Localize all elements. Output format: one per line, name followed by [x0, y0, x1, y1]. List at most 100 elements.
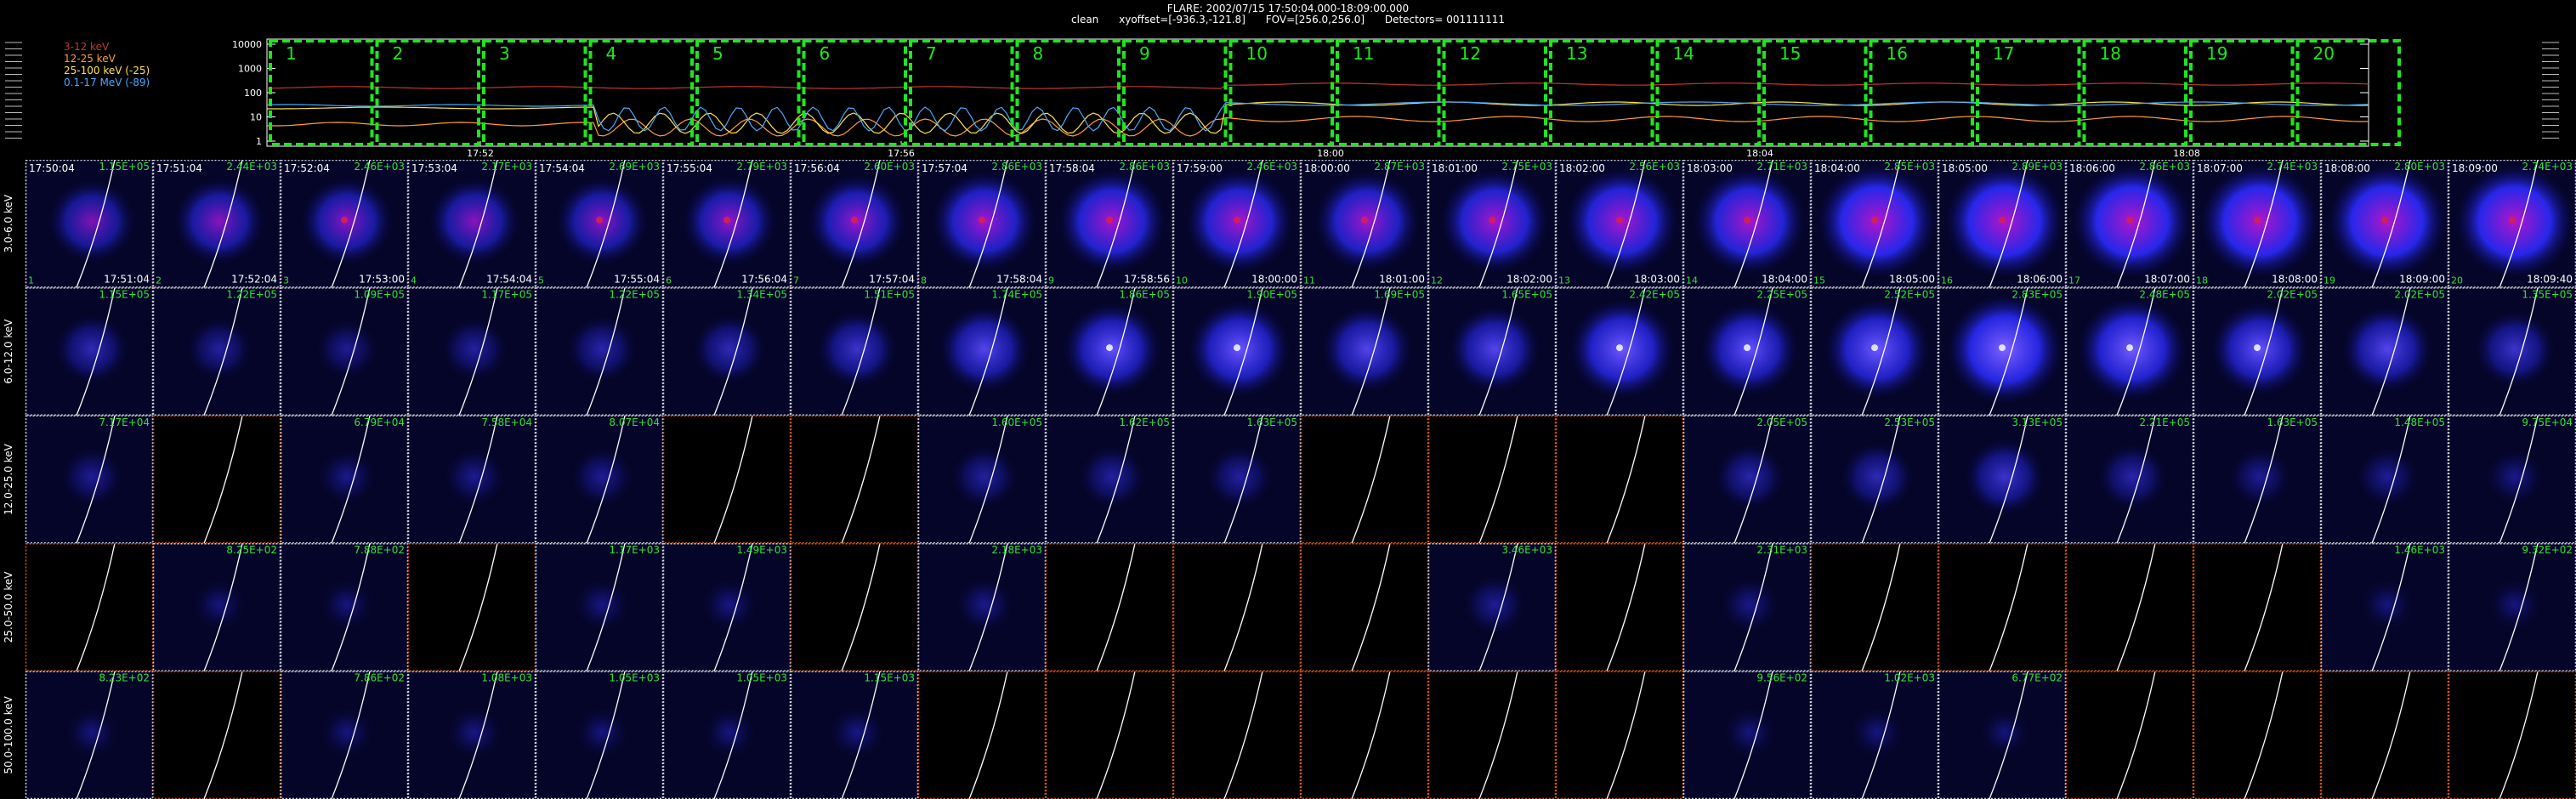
- peak-value: 2.86E+03: [1119, 161, 1170, 173]
- end-time: 18:06:00: [2017, 273, 2063, 285]
- panel-background: [791, 543, 918, 672]
- peak-value: 7.86E+02: [354, 672, 405, 684]
- peak-value: 2.75E+03: [1501, 161, 1552, 173]
- interval-index: 3: [283, 275, 289, 286]
- interval-index: 2: [156, 275, 162, 286]
- peak-value: 6.77E+02: [2011, 672, 2063, 684]
- source-emission: [1720, 576, 1779, 632]
- image-panel: 2.02E+05: [2320, 287, 2449, 416]
- interval-index: 15: [1813, 275, 1825, 286]
- end-time: 18:05:00: [1889, 273, 1935, 285]
- image-panel: 1.63E+05: [1172, 415, 1302, 544]
- image-panel: [1555, 671, 1684, 799]
- peak-value: 1.60E+05: [991, 416, 1042, 428]
- legend-entry-1: 12-25 keV: [64, 53, 116, 65]
- peak-value: 1.34E+05: [736, 288, 787, 300]
- image-panel: 2.87E+03 18:00:00 18:01:00 11: [1300, 160, 1429, 288]
- image-panel: 1.48E+05: [2320, 415, 2449, 544]
- image-panel: 1.15E+05 17:50:04 17:51:04 1: [25, 160, 154, 288]
- end-time: 17:56:04: [741, 273, 787, 285]
- peak-value: 2.52E+05: [1884, 288, 1935, 300]
- start-time: 18:08:00: [2324, 162, 2370, 174]
- image-panel: 1.62E+05: [1045, 415, 1174, 544]
- source-core: [2381, 216, 2388, 224]
- panel-background: [791, 415, 918, 544]
- image-panel: [1300, 415, 1429, 544]
- interval-index: 14: [1686, 275, 1698, 286]
- peak-value: 1.63E+05: [1246, 416, 1297, 428]
- interval-index: 11: [1303, 275, 1315, 286]
- image-panel: 2.52E+05: [1810, 287, 1939, 416]
- source-emission: [955, 576, 1014, 632]
- source-core: [723, 216, 730, 224]
- source-emission: [817, 311, 897, 388]
- image-panel: [1300, 671, 1429, 799]
- image-panel: 2.18E+03: [917, 542, 1047, 672]
- start-time: 17:58:04: [1049, 162, 1095, 174]
- source-emission: [701, 578, 758, 632]
- peak-value: 2.17E+03: [481, 161, 532, 173]
- source-emission: [2487, 578, 2543, 631]
- image-panel: 3.46E+03: [1427, 542, 1557, 672]
- panel-background: [918, 671, 1046, 799]
- source-emission: [1722, 706, 1778, 759]
- source-emission: [1079, 445, 1145, 508]
- image-panel: 1.22E+05: [535, 287, 664, 416]
- image-panel: 1.22E+05: [152, 287, 281, 416]
- source-core: [979, 216, 985, 224]
- end-time: 17:58:04: [996, 273, 1042, 285]
- source-core: [1234, 344, 1240, 352]
- peak-value: 8.07E+04: [609, 416, 660, 428]
- source-emission: [2228, 447, 2291, 507]
- panel-background: [153, 415, 281, 544]
- image-panel: 2.89E+03 18:05:00 18:06:00 16: [1938, 160, 2067, 288]
- panel-background: [2193, 543, 2321, 672]
- start-time: 18:09:00: [2452, 162, 2498, 174]
- x-tick-label: 18:00: [1317, 148, 1344, 159]
- image-panel: 9.32E+02: [2448, 542, 2576, 672]
- source-emission: [574, 706, 630, 759]
- image-panel: 2.46E+03 17:52:04 17:53:00 3: [280, 160, 409, 288]
- source-emission: [60, 447, 123, 507]
- image-panel: [1045, 542, 1174, 672]
- image-panel: [1300, 542, 1429, 672]
- interval-index: 12: [1431, 275, 1443, 286]
- image-panel: 2.56E+03 18:02:00 18:03:00 13: [1555, 160, 1684, 288]
- peak-value: 2.86E+03: [991, 161, 1042, 173]
- image-panel: 8.25E+02: [152, 542, 281, 672]
- interval-index: 13: [1558, 275, 1570, 286]
- source-emission: [573, 578, 631, 632]
- interval-number: 4: [606, 43, 617, 64]
- image-panel: [2320, 671, 2449, 799]
- peak-value: 1.46E+03: [2394, 544, 2445, 556]
- image-panel: 2.71E+03 18:03:00 18:04:00 14: [1682, 160, 1812, 288]
- start-time: 17:50:04: [29, 162, 75, 174]
- interval-number: 11: [1353, 43, 1374, 64]
- source-emission: [2485, 449, 2545, 505]
- source-emission: [1449, 306, 1540, 393]
- image-panel: 2.85E+03 18:04:00 18:05:00 15: [1810, 160, 1939, 288]
- panel-background: [1173, 543, 1301, 672]
- image-panel: 1.05E+03: [535, 671, 664, 799]
- image-panel: 2.42E+05: [1555, 287, 1684, 416]
- panel-background: [1428, 671, 1556, 799]
- source-emission: [428, 178, 520, 264]
- image-panel: [152, 671, 281, 799]
- image-panel: [917, 671, 1047, 799]
- source-emission: [701, 706, 757, 759]
- end-time: 18:01:00: [1379, 273, 1425, 285]
- y-tick-label: 10: [250, 112, 262, 123]
- image-panel: [25, 542, 154, 672]
- image-panel: [2193, 671, 2322, 799]
- panel-background: [2066, 671, 2193, 799]
- interval-number: 15: [1779, 43, 1801, 64]
- source-emission: [939, 306, 1030, 393]
- peak-value: 1.22E+05: [226, 288, 277, 300]
- peak-value: 1.49E+03: [736, 544, 787, 556]
- band-label: 3.0-6.0 keV: [3, 194, 14, 252]
- legend-entry-3: 0.1-17 MeV (-89): [64, 76, 150, 88]
- interval-index: 5: [538, 275, 544, 286]
- source-emission: [445, 706, 503, 760]
- source-emission: [2475, 311, 2555, 388]
- image-panel: 2.46E+03 17:59:00 18:00:00 10: [1172, 160, 1302, 288]
